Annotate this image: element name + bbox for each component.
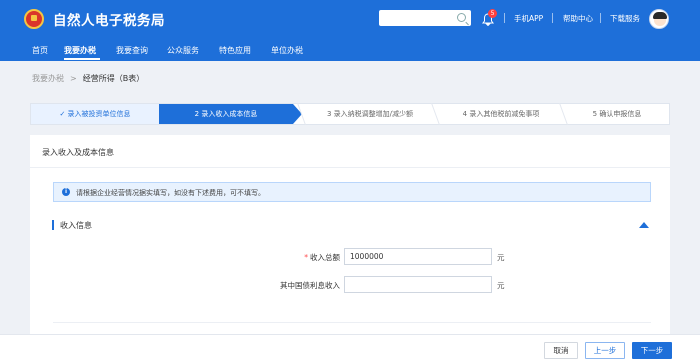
card-title: 录入收入及成本信息: [42, 148, 114, 157]
avatar-hair: [653, 12, 667, 19]
brand[interactable]: 自然人电子税务局: [24, 7, 165, 31]
top-header: 自然人电子税务局 5 手机APP 帮助中心 下载服务 首页 我要办税 我要查询 …: [0, 0, 700, 61]
avatar-icon[interactable]: [649, 9, 669, 29]
nav-query[interactable]: 我要查询: [116, 45, 148, 56]
nav-unit-tax[interactable]: 单位办税: [271, 45, 303, 56]
total-income-label-text: 收入总额: [310, 253, 340, 262]
required-mark: *: [304, 253, 308, 262]
income-cost-card: 录入收入及成本信息 i 请根据企业经营情况据实填写，如没有下述费用，可不填写。 …: [30, 135, 670, 335]
divider: [600, 13, 601, 23]
step-5-confirm[interactable]: 5 确认申报信息: [565, 104, 669, 124]
nav-featured-apps[interactable]: 特色应用: [219, 45, 251, 56]
nav-tax-handling[interactable]: 我要办税: [64, 45, 96, 56]
bond-interest-input[interactable]: [344, 276, 492, 293]
divider: [53, 322, 651, 323]
step-progress: ✓ 录入被投资单位信息 2 录入收入成本信息 3 录入纳税调整增加/减少额 4 …: [30, 103, 670, 125]
breadcrumb-current: 经营所得（B表）: [82, 74, 145, 83]
search-input[interactable]: [379, 10, 471, 26]
action-footer: 取消 上一步 下一步: [0, 334, 700, 359]
nav-public-service[interactable]: 公众服务: [167, 45, 199, 56]
bond-interest-label: 其中国债利息收入: [250, 280, 340, 291]
divider: [552, 13, 553, 23]
section-marker: [52, 220, 54, 230]
step-1-invested-unit[interactable]: ✓ 录入被投资单位信息: [31, 104, 159, 124]
download-service-link[interactable]: 下载服务: [610, 13, 640, 24]
divider: [30, 167, 670, 168]
cancel-button[interactable]: 取消: [544, 342, 578, 359]
search-icon[interactable]: [457, 13, 466, 22]
section-title: 收入信息: [60, 221, 92, 230]
emblem-icon: [24, 9, 44, 29]
site-title: 自然人电子税务局: [53, 13, 165, 29]
mobile-app-link[interactable]: 手机APP: [514, 13, 543, 24]
info-notice: i 请根据企业经营情况据实填写，如没有下述费用，可不填写。: [53, 182, 651, 202]
nav-active-indicator: [64, 58, 100, 60]
info-icon: i: [62, 188, 70, 196]
notification-badge: 5: [488, 9, 497, 18]
bond-interest-unit: 元: [497, 281, 505, 290]
bond-interest-label-text: 其中国债利息收入: [280, 281, 340, 290]
next-step-button[interactable]: 下一步: [632, 342, 672, 359]
divider: [504, 13, 505, 23]
step-2-income-cost[interactable]: 2 录入收入成本信息: [159, 104, 293, 124]
breadcrumb: 我要办税 > 经营所得（B表）: [32, 73, 144, 84]
help-center-link[interactable]: 帮助中心: [563, 13, 593, 24]
notice-text: 请根据企业经营情况据实填写，如没有下述费用，可不填写。: [76, 189, 265, 197]
previous-step-button[interactable]: 上一步: [585, 342, 625, 359]
breadcrumb-separator: >: [70, 74, 77, 83]
total-income-label: * 收入总额: [280, 252, 340, 263]
total-income-input[interactable]: 1000000: [344, 248, 492, 265]
step-4-pre-tax-deduction[interactable]: 4 录入其他税前减免事项: [437, 104, 565, 124]
collapse-icon[interactable]: [639, 222, 649, 228]
breadcrumb-parent[interactable]: 我要办税: [32, 74, 64, 83]
nav-home[interactable]: 首页: [32, 45, 48, 56]
total-income-unit: 元: [497, 253, 505, 262]
step-3-tax-adjustment[interactable]: 3 录入纳税调整增加/减少额: [303, 104, 437, 124]
